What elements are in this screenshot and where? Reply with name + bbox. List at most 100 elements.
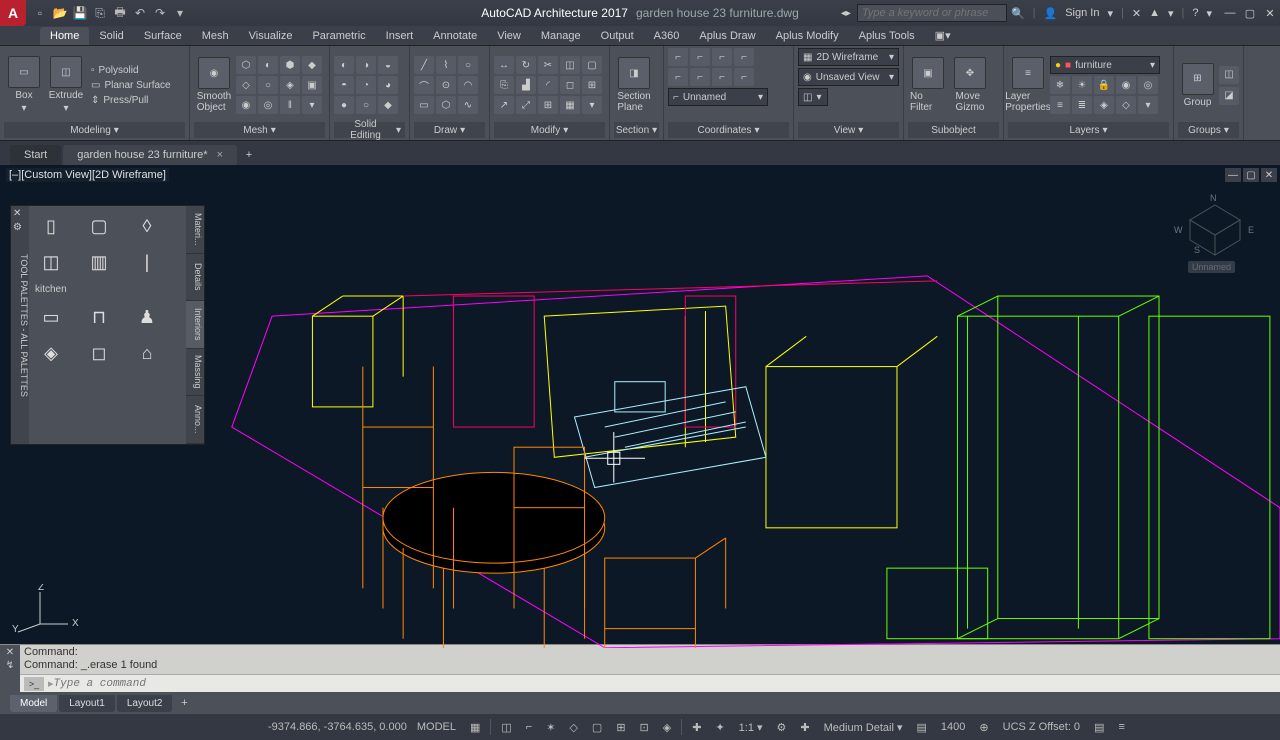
polysolid-button[interactable]: ▫Polysolid xyxy=(88,64,174,77)
palette-props-icon[interactable]: ⚙ xyxy=(13,222,22,233)
palette-item[interactable]: ◈ xyxy=(35,339,67,367)
section-plane-button[interactable]: ◨Section Plane xyxy=(614,55,654,115)
palette-item[interactable]: ▭ xyxy=(35,303,67,331)
solidedit-tool[interactable]: ◐ xyxy=(334,56,354,74)
cmd-close-icon[interactable]: ✕ xyxy=(6,647,14,658)
palette-tab[interactable]: Anno... xyxy=(186,396,204,444)
mesh-tool[interactable]: ○ xyxy=(258,76,278,94)
draw-tool[interactable]: ⊙ xyxy=(436,76,456,94)
undo-icon[interactable]: ↶ xyxy=(132,5,148,21)
tab-close-icon[interactable]: × xyxy=(217,149,223,161)
tab-aplustools[interactable]: Aplus Tools xyxy=(849,27,925,45)
polyline-tool[interactable]: ⌇ xyxy=(436,56,456,74)
qat-dropdown-icon[interactable]: ▾ xyxy=(172,5,188,21)
planar-button[interactable]: ▭Planar Surface xyxy=(88,79,174,92)
layout1-tab[interactable]: Layout1 xyxy=(59,695,115,712)
nofilter-button[interactable]: ▣No Filter xyxy=(908,55,948,115)
view-tool-dropdown[interactable]: ◫▾ xyxy=(798,88,828,106)
mesh-tool[interactable]: ▣ xyxy=(302,76,322,94)
palette-item[interactable]: | xyxy=(131,248,163,276)
scale-dropdown[interactable]: 1:1 ▾ xyxy=(735,721,767,734)
viewport[interactable]: [–][Custom View][2D Wireframe] — ▢ ✕ xyxy=(0,165,1280,644)
sb-toggle[interactable]: ◈ xyxy=(659,721,675,734)
sb-toggle[interactable]: ▢ xyxy=(588,721,606,734)
sb-toggle[interactable]: ⊡ xyxy=(636,721,653,734)
sb-toggle[interactable]: ▤ xyxy=(913,721,931,734)
polar-toggle[interactable]: ✶ xyxy=(542,721,559,734)
palette-close-icon[interactable]: ✕ xyxy=(13,208,22,219)
detail-dropdown[interactable]: Medium Detail ▾ xyxy=(820,721,907,734)
user-icon[interactable]: 👤 xyxy=(1044,7,1058,20)
grid-toggle[interactable]: ▦ xyxy=(466,721,484,734)
palette-item[interactable]: ▥ xyxy=(83,248,115,276)
ucs-tool[interactable]: ⌐ xyxy=(734,68,754,86)
dropdown-icon[interactable]: ▾ xyxy=(1168,7,1174,20)
add-layout-button[interactable]: + xyxy=(174,693,194,713)
draw-tool[interactable]: ⬡ xyxy=(436,96,456,114)
sb-toggle[interactable]: ⊞ xyxy=(612,721,629,734)
layer-dropdown[interactable]: ●■furniture▾ xyxy=(1050,56,1160,74)
modify-tool[interactable]: ◫ xyxy=(560,56,580,74)
solidedit-tool[interactable]: ◒ xyxy=(378,56,398,74)
palette-item[interactable]: ◻ xyxy=(83,339,115,367)
tab-annotate[interactable]: Annotate xyxy=(423,27,487,45)
ucs-offset[interactable]: UCS Z Offset: 0 xyxy=(999,721,1084,733)
search-input[interactable] xyxy=(857,4,1007,22)
layer-props-button[interactable]: ≡Layer Properties xyxy=(1008,55,1048,115)
exchange-icon[interactable]: ✕ xyxy=(1132,7,1141,20)
start-tab[interactable]: Start xyxy=(10,145,61,165)
print-icon[interactable]: 🖶 xyxy=(112,5,128,21)
mesh-tool[interactable]: ‖ xyxy=(280,96,300,114)
mesh-tool[interactable]: ◎ xyxy=(258,96,278,114)
layer-tool[interactable]: ◎ xyxy=(1138,76,1158,94)
mesh-tool[interactable]: ⬢ xyxy=(280,56,300,74)
view-cube[interactable]: N S E W Unnamed xyxy=(1180,195,1250,265)
ucs-tool[interactable]: ⌐ xyxy=(712,68,732,86)
help-icon[interactable]: ? xyxy=(1192,7,1198,19)
sb-toggle[interactable]: ▤ xyxy=(1090,721,1108,734)
sb-toggle[interactable]: ✚ xyxy=(796,721,813,734)
redo-icon[interactable]: ↷ xyxy=(152,5,168,21)
viewcube-ucs-label[interactable]: Unnamed xyxy=(1188,261,1235,273)
viewcube-e[interactable]: E xyxy=(1248,225,1254,235)
model-mode[interactable]: MODEL xyxy=(413,721,460,733)
modify-tool[interactable]: ▦ xyxy=(560,96,580,114)
extrude-button[interactable]: ◫Extrude▾ xyxy=(46,54,86,116)
ucs-tool[interactable]: ⌐ xyxy=(668,48,688,66)
palette-item[interactable]: ♟ xyxy=(131,303,163,331)
customize-icon[interactable]: ≡ xyxy=(1114,721,1128,733)
tab-view[interactable]: View xyxy=(487,27,531,45)
tab-a360[interactable]: A360 xyxy=(644,27,690,45)
new-tab-button[interactable]: + xyxy=(239,145,259,165)
ucs-tool[interactable]: ⌐ xyxy=(690,48,710,66)
solidedit-tool[interactable]: ◕ xyxy=(378,76,398,94)
elev-readout[interactable]: 1400 xyxy=(937,721,969,733)
mesh-tool[interactable]: ▾ xyxy=(302,96,322,114)
app-menu-button[interactable]: A xyxy=(0,0,26,26)
signin-dropdown-icon[interactable]: ▾ xyxy=(1107,7,1113,20)
palette-item[interactable]: ◫ xyxy=(35,248,67,276)
help-dropdown-icon[interactable]: ▾ xyxy=(1206,7,1212,20)
mirror-tool[interactable]: ▟ xyxy=(516,76,536,94)
solidedit-tool[interactable]: ◓ xyxy=(334,76,354,94)
ucs-dropdown[interactable]: ⌐Unnamed▾ xyxy=(668,88,768,106)
command-input-row[interactable]: >_ ▸ xyxy=(20,674,1280,692)
a360-icon[interactable]: ▲ xyxy=(1149,7,1160,19)
palette-tab[interactable]: Massing xyxy=(186,349,204,397)
tab-visualize[interactable]: Visualize xyxy=(239,27,303,45)
solidedit-tool[interactable]: ◆ xyxy=(378,96,398,114)
group-button[interactable]: ⊞Group xyxy=(1178,61,1217,110)
ortho-toggle[interactable]: ⌐ xyxy=(522,721,536,733)
modify-tool[interactable]: ▾ xyxy=(582,96,602,114)
tab-manage[interactable]: Manage xyxy=(531,27,591,45)
viewcube-s[interactable]: S xyxy=(1194,245,1200,255)
mesh-tool[interactable]: ◐ xyxy=(258,56,278,74)
array-tool[interactable]: ⊞ xyxy=(538,96,558,114)
command-prompt-icon[interactable]: >_ xyxy=(24,677,44,691)
tab-mesh[interactable]: Mesh xyxy=(192,27,239,45)
ucs-tool[interactable]: ⌐ xyxy=(712,48,732,66)
layer-tool[interactable]: ≣ xyxy=(1072,96,1092,114)
snap-toggle[interactable]: ◫ xyxy=(497,721,515,734)
gear-icon[interactable]: ⚙ xyxy=(773,721,791,734)
modify-tool[interactable]: ▢ xyxy=(582,56,602,74)
